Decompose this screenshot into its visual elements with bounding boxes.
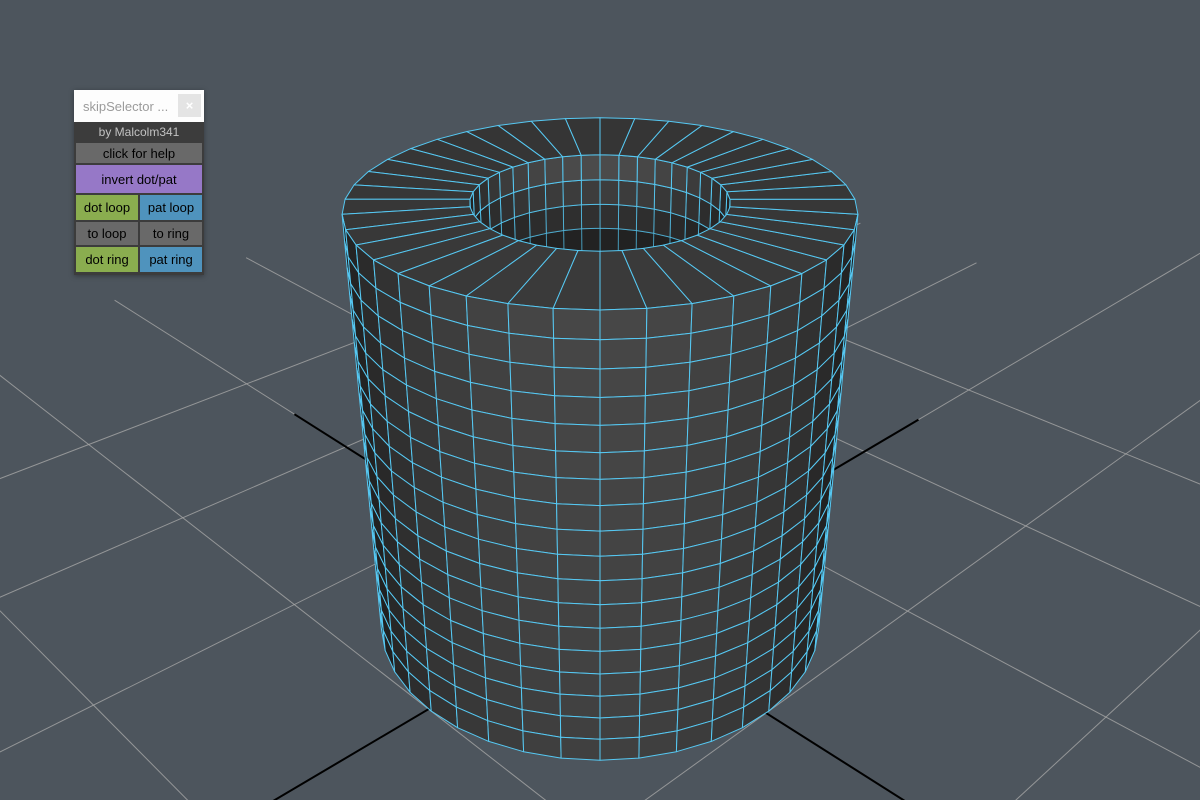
dot-ring-button[interactable]: dot ring <box>76 247 138 272</box>
panel-body: by Malcolm341 click for help invert dot/… <box>74 122 204 275</box>
pat-ring-button[interactable]: pat ring <box>140 247 202 272</box>
to-ring-button[interactable]: to ring <box>140 222 202 245</box>
close-icon[interactable]: × <box>178 94 201 117</box>
click-for-help-button[interactable]: click for help <box>76 143 202 163</box>
invert-dot-pat-button[interactable]: invert dot/pat <box>76 165 202 193</box>
window-titlebar[interactable]: skipSelector ... × <box>74 90 204 122</box>
dot-loop-button[interactable]: dot loop <box>76 195 138 220</box>
to-button-row: to loop to ring <box>76 222 202 245</box>
maya-viewport-stage: skipSelector ... × by Malcolm341 click f… <box>0 0 1200 800</box>
pipe-mesh[interactable] <box>342 118 858 761</box>
loop-button-row: dot loop pat loop <box>76 195 202 220</box>
byline-label: by Malcolm341 <box>76 124 202 141</box>
pat-loop-button[interactable]: pat loop <box>140 195 202 220</box>
skipselector-window: skipSelector ... × by Malcolm341 click f… <box>74 90 204 275</box>
ring-button-row: dot ring pat ring <box>76 247 202 272</box>
to-loop-button[interactable]: to loop <box>76 222 138 245</box>
